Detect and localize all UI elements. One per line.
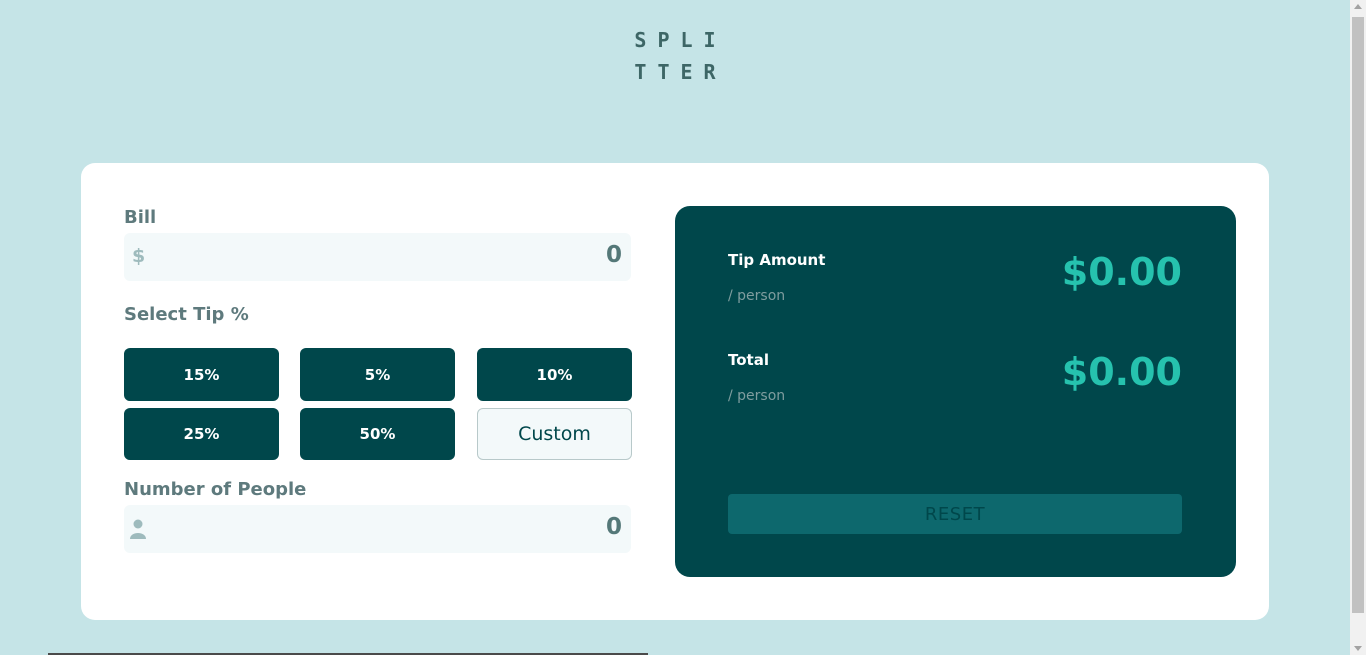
bill-label: Bill <box>124 207 157 228</box>
total-value: $0.00 <box>1061 350 1182 394</box>
tip-10-button[interactable]: 10% <box>477 348 632 401</box>
bill-input[interactable] <box>222 242 622 268</box>
people-input[interactable] <box>222 514 622 540</box>
logo-line-1: SPLI <box>634 28 727 52</box>
tip-15-button[interactable]: 15% <box>124 348 279 401</box>
scroll-down-icon[interactable] <box>1354 646 1362 651</box>
tip-amount-label: Tip Amount <box>728 251 826 269</box>
splitter-logo: SPLI TTER <box>0 24 1350 88</box>
total-per-person: / person <box>728 388 786 404</box>
logo-line-2: TTER <box>634 60 727 84</box>
tip-50-button[interactable]: 50% <box>300 408 455 460</box>
number-of-people-label: Number of People <box>124 479 307 500</box>
results-panel: Tip Amount / person $0.00 Total / person… <box>675 206 1236 577</box>
person-icon <box>130 519 146 544</box>
tip-5-button[interactable]: 5% <box>300 348 455 401</box>
select-tip-label: Select Tip % <box>124 304 249 325</box>
calculator-card: Bill $ Select Tip % 15% 5% 10% 25% 50% C… <box>81 163 1269 620</box>
tip-amount-per-person: / person <box>728 288 786 304</box>
total-label: Total <box>728 351 769 369</box>
bill-field[interactable]: $ <box>124 233 631 281</box>
tip-25-button[interactable]: 25% <box>124 408 279 460</box>
tip-amount-value: $0.00 <box>1061 250 1182 294</box>
scroll-up-icon[interactable] <box>1354 4 1362 9</box>
vertical-scrollbar[interactable] <box>1350 0 1366 655</box>
dollar-icon: $ <box>132 245 146 267</box>
custom-tip-input[interactable]: Custom <box>477 408 632 460</box>
scroll-thumb[interactable] <box>1352 17 1364 613</box>
page: SPLI TTER Bill $ Select Tip % 15% 5% 10%… <box>0 0 1350 655</box>
people-field[interactable] <box>124 505 631 553</box>
reset-button[interactable]: RESET <box>728 494 1182 534</box>
